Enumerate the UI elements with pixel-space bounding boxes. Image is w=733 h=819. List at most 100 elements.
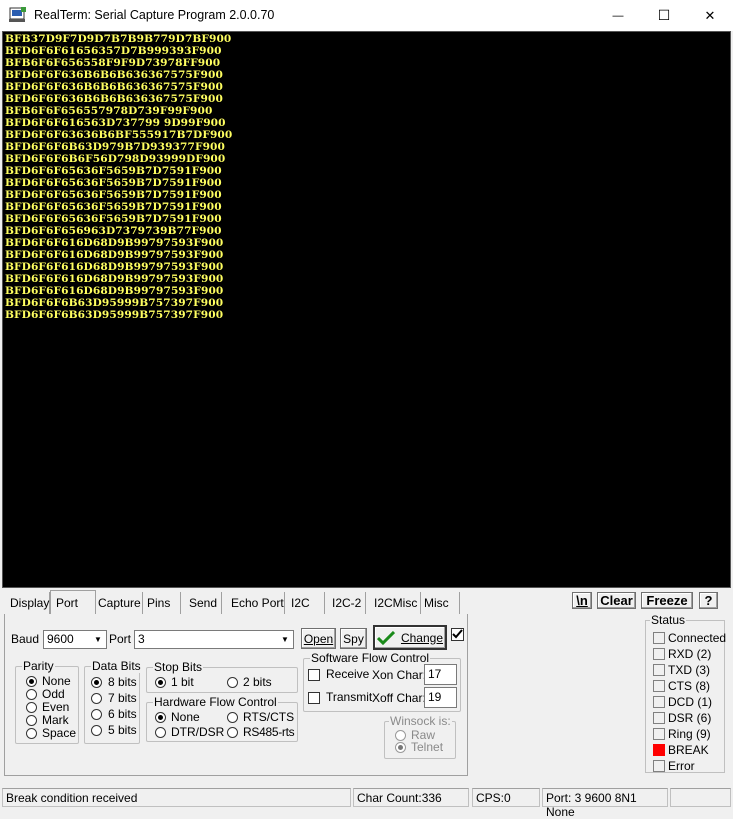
maximize-button[interactable]: ☐ (641, 0, 687, 31)
tab-port[interactable]: Port (50, 590, 96, 614)
close-icon: ✕ (704, 7, 716, 23)
tab-echo-port[interactable]: Echo Port (222, 592, 285, 614)
hw-flow-none-label: None (171, 710, 200, 724)
xoff-value: 19 (428, 690, 442, 704)
stop-1-bit-radio[interactable] (155, 677, 166, 688)
chevron-down-icon: ▼ (94, 635, 102, 644)
sw-receive-checkbox[interactable] (308, 669, 320, 681)
status-label: Ring (9) (668, 727, 711, 741)
sw-flow-group: Software Flow Control Receive Xon Char: … (303, 651, 461, 712)
hw-flow-none-radio[interactable] (155, 712, 166, 723)
terminal-output[interactable]: BFB37D9F7D9D7B7B9B779D7BF900 BFD6F6F61656… (2, 31, 731, 588)
hw-flow-rs485-radio[interactable] (227, 727, 238, 738)
spy-label: Spy (343, 631, 364, 646)
port-value: 3 (138, 632, 145, 646)
stop-2-bits-radio[interactable] (227, 677, 238, 688)
terminal-line: BFD6F6F656963D7379739B77F900 (5, 225, 222, 237)
status-title: Status (650, 613, 687, 627)
sw-transmit-checkbox[interactable] (308, 692, 320, 704)
spy-button[interactable]: Spy (340, 628, 367, 649)
parity-group: Parity None Odd Even Mark Space (15, 659, 79, 744)
stop-1-bit-label: 1 bit (171, 675, 194, 689)
status-led-7 (653, 744, 665, 756)
terminal-line: BFD6F6F6B63D95999B757397F900 (5, 309, 224, 321)
terminal-line: BFD6F6F65636F5659B7D7591F900 (5, 189, 222, 201)
auto-change-checkbox[interactable] (451, 628, 464, 641)
hw-flow-group: Hardware Flow Control None RTS/CTS DTR/D… (146, 695, 298, 742)
baud-select[interactable]: 9600 ▼ (43, 630, 107, 649)
parity-title: Parity (22, 659, 55, 673)
status-label: Connected (668, 631, 727, 645)
parity-space-radio[interactable] (26, 728, 37, 739)
newline-button[interactable]: \n (572, 592, 592, 609)
data-7-bits-radio[interactable] (91, 693, 102, 704)
data-5-bits-label: 5 bits (108, 723, 137, 737)
status-label: DSR (6) (668, 711, 712, 725)
parity-none-radio[interactable] (26, 676, 37, 687)
tab-display[interactable]: Display (6, 592, 50, 614)
hw-flow-dtrdsr-radio[interactable] (155, 727, 166, 738)
parity-even-radio[interactable] (26, 702, 37, 713)
open-button[interactable]: Open (301, 628, 336, 649)
minimize-icon: — (612, 9, 624, 22)
terminal-line: BFD6F6F616D68D9B99797593F900 (5, 285, 224, 297)
parity-space-label: Space (42, 726, 77, 740)
data-5-bits-radio[interactable] (91, 725, 102, 736)
terminal-line: BFD6F6F616D68D9B99797593F900 (5, 261, 224, 273)
terminal-line: BFD6F6F65636F5659B7D7591F900 (5, 213, 222, 225)
terminal-line: BFD6F6F61656357D7B999393F900 (5, 45, 222, 57)
status-bar: Break condition received Char Count:336 … (0, 787, 733, 819)
minimize-button[interactable]: — (595, 0, 641, 31)
terminal-line: BFB6F6F656557978D739F99F900 (5, 105, 213, 117)
help-button[interactable]: ? (699, 592, 718, 609)
status-group: Status Connected RXD (2) TXD (3) CTS (8) DCD… (645, 613, 727, 773)
tab-misc[interactable]: Misc (421, 592, 460, 614)
status-led-5 (653, 712, 665, 724)
status-extra-cell (670, 788, 731, 807)
change-button[interactable]: Change (373, 625, 447, 650)
terminal-line: BFD6F6F65636F5659B7D7591F900 (5, 177, 222, 189)
check-icon (452, 629, 463, 639)
hw-flow-rtscts-radio[interactable] (227, 712, 238, 723)
tab-i2c-2[interactable]: I2C-2 (325, 592, 366, 614)
winsock-telnet-label: Telnet (411, 740, 444, 754)
terminal-line: BFD6F6F636B6B6B636367575F900 (5, 81, 223, 93)
hw-flow-title: Hardware Flow Control (153, 695, 278, 709)
terminal-line: BFB37D9F7D9D7B7B9B779D7BF900 (5, 33, 232, 45)
parity-mark-radio[interactable] (26, 715, 37, 726)
data-8-bits-radio[interactable] (91, 677, 102, 688)
checkmark-icon (376, 630, 395, 645)
tab-i2c[interactable]: I2C (285, 592, 325, 614)
freeze-label: Freeze (646, 593, 688, 608)
winsock-title: Winsock is: (389, 714, 452, 728)
status-led-3 (653, 680, 665, 692)
winsock-telnet-radio[interactable] (395, 742, 406, 753)
terminal-line: BFD6F6F636B6B6B636367575F900 (5, 93, 223, 105)
port-panel: Baud 9600 ▼ Port 3 ▼ Open Spy Change Par… (4, 614, 468, 776)
tab-send[interactable]: Send (181, 592, 222, 614)
clear-button[interactable]: Clear (597, 592, 636, 609)
freeze-button[interactable]: Freeze (641, 592, 693, 609)
xoff-char-input[interactable]: 19 (424, 687, 457, 708)
close-button[interactable]: ✕ (687, 0, 733, 31)
terminal-line: BFD6F6F6B63D95999B757397F900 (5, 297, 224, 309)
open-label: Open (303, 631, 334, 646)
title-bar: RealTerm: Serial Capture Program 2.0.0.7… (0, 0, 733, 31)
xon-value: 17 (428, 667, 442, 681)
data-6-bits-radio[interactable] (91, 709, 102, 720)
winsock-raw-radio[interactable] (395, 730, 406, 741)
realterm-app-icon (9, 7, 26, 22)
status-label: TXD (3) (668, 663, 710, 677)
parity-odd-radio[interactable] (26, 689, 37, 700)
parity-odd-label: Odd (42, 687, 65, 701)
port-select[interactable]: 3 ▼ (134, 630, 294, 649)
data-6-bits-label: 6 bits (108, 707, 137, 721)
terminal-line: BFD6F6F616D68D9B99797593F900 (5, 237, 224, 249)
tab-i2cmisc[interactable]: I2CMisc (366, 592, 421, 614)
parity-mark-label: Mark (42, 713, 69, 727)
data-7-bits-label: 7 bits (108, 691, 137, 705)
tab-capture[interactable]: Capture (96, 592, 143, 614)
sw-receive-label: Receive (326, 667, 370, 681)
tab-pins[interactable]: Pins (143, 592, 181, 614)
xon-char-input[interactable]: 17 (424, 664, 457, 685)
